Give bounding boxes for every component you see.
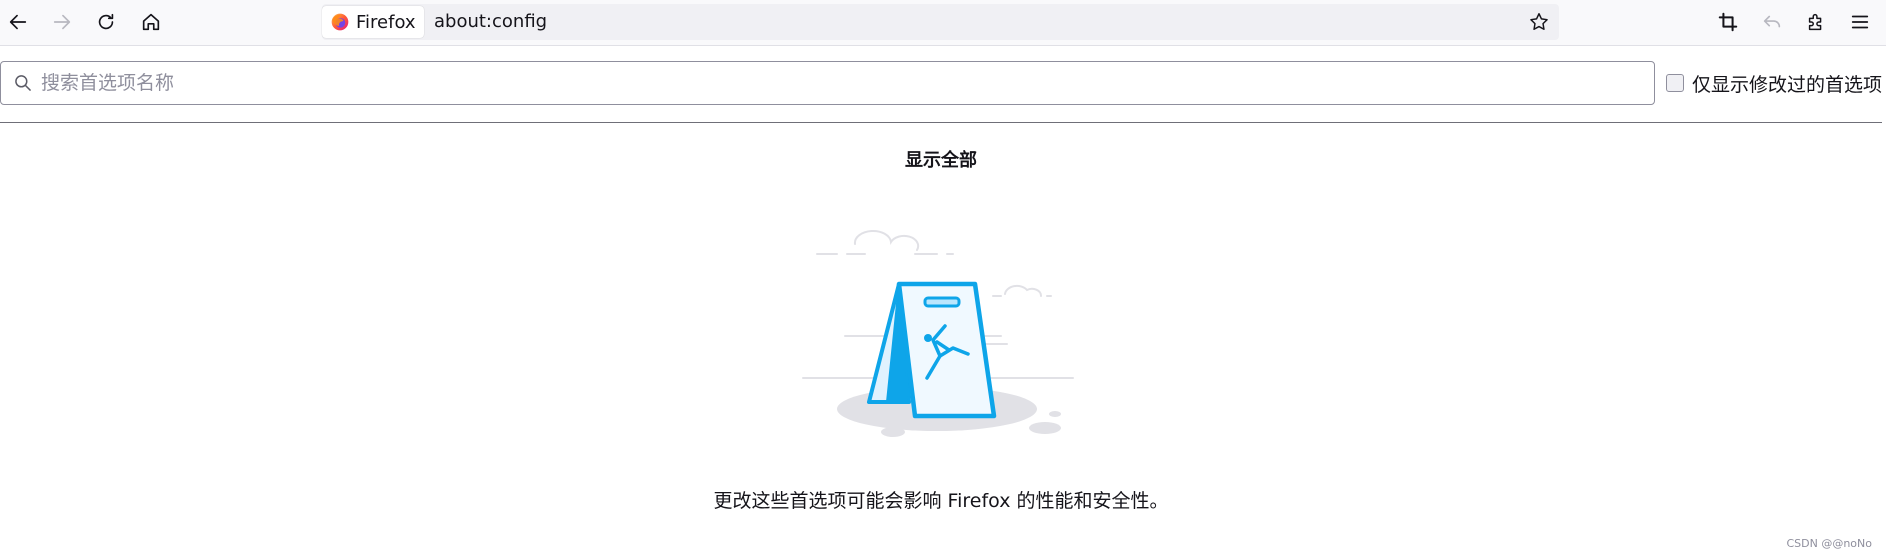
- undo-button[interactable]: [1754, 4, 1790, 40]
- home-button[interactable]: [133, 4, 169, 40]
- identity-box[interactable]: Firefox: [322, 6, 424, 38]
- bookmark-button[interactable]: [1525, 8, 1553, 36]
- screenshot-button[interactable]: [1710, 4, 1746, 40]
- show-modified-label[interactable]: 仅显示修改过的首选项: [1692, 70, 1882, 97]
- hamburger-icon: [1851, 15, 1869, 29]
- show-modified-checkbox[interactable]: [1666, 74, 1684, 92]
- search-input[interactable]: [41, 62, 1641, 104]
- search-icon: [15, 75, 31, 91]
- watermark: CSDN @@noNo: [1786, 537, 1872, 550]
- identity-label: Firefox: [356, 11, 416, 33]
- star-icon: [1530, 13, 1548, 30]
- menu-button[interactable]: [1842, 4, 1878, 40]
- wet-floor-sign-icon: [867, 281, 997, 419]
- url-text[interactable]: about:config: [434, 4, 547, 40]
- arrow-left-icon: [9, 14, 27, 30]
- wet-floor-sign-illustration: [802, 229, 1074, 437]
- search-box: [0, 61, 1655, 105]
- home-icon: [142, 13, 160, 31]
- divider: [0, 122, 1882, 123]
- url-bar[interactable]: Firefox about:config: [322, 4, 1559, 40]
- navigation-toolbar: Firefox about:config: [0, 0, 1886, 46]
- firefox-window: Firefox about:config 搜索首选项名称 仅显示修改过的首选项 …: [0, 0, 1886, 557]
- warning-text: 更改这些首选项可能会影响 Firefox 的性能和安全性。: [713, 490, 1169, 512]
- reload-icon: [98, 13, 114, 30]
- puzzle-icon: [1808, 13, 1822, 31]
- back-button[interactable]: [0, 4, 36, 40]
- reload-button[interactable]: [88, 4, 124, 40]
- show-all-button[interactable]: 显示全部: [0, 146, 1882, 172]
- arrow-right-icon: [53, 14, 71, 30]
- firefox-logo-icon: [331, 13, 349, 31]
- crop-icon: [1718, 12, 1738, 32]
- forward-button[interactable]: [44, 4, 80, 40]
- extensions-button[interactable]: [1798, 4, 1834, 40]
- undo-icon: [1763, 15, 1781, 28]
